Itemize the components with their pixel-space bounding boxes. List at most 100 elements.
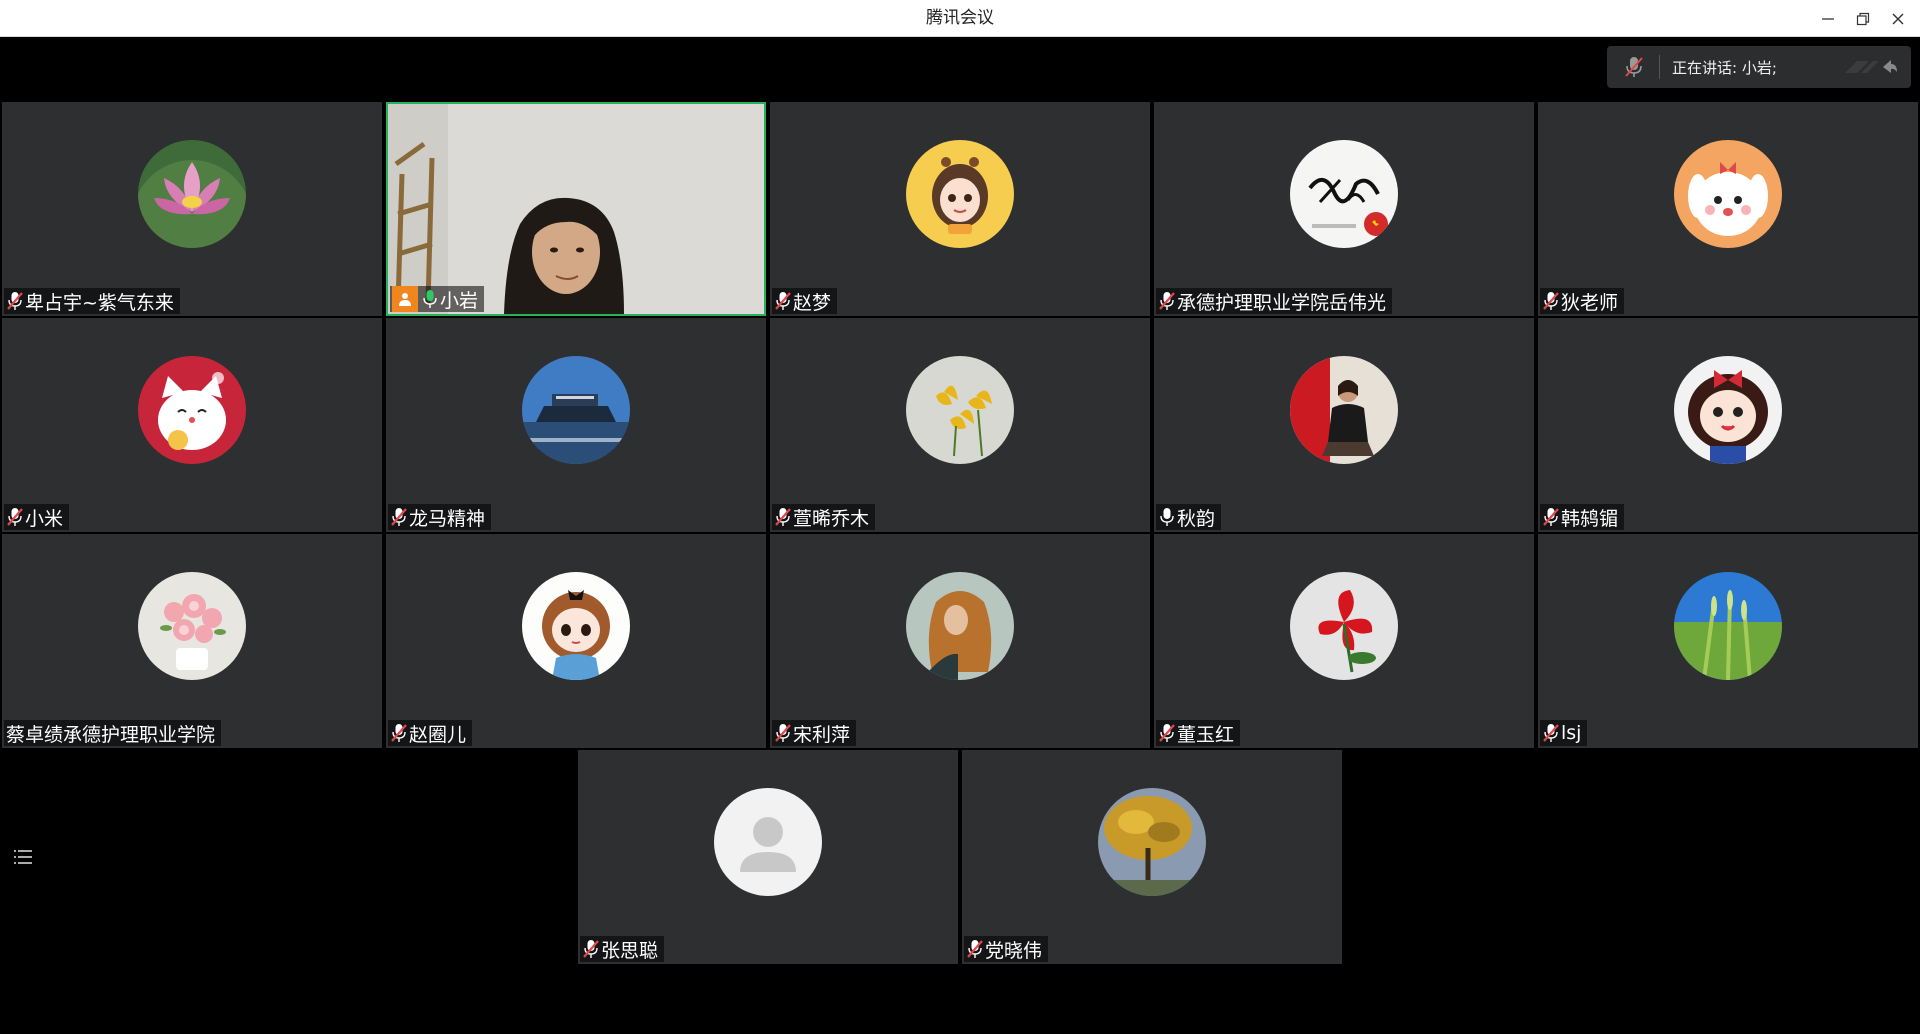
- participant-name: 秋韵: [1177, 507, 1216, 530]
- window-title: 腾讯会议: [926, 8, 994, 28]
- avatar: [138, 572, 246, 680]
- divider: [1659, 55, 1660, 79]
- list-icon[interactable]: [12, 847, 34, 867]
- pin-back-icon[interactable]: [1839, 55, 1899, 79]
- participant-tile[interactable]: 党晓伟: [962, 750, 1342, 964]
- participant-name: 小米: [25, 507, 64, 530]
- participant-nametag: 龙马精神: [388, 504, 492, 530]
- participant-name: 赵圈儿: [409, 723, 467, 746]
- participant-nametag: 卑占宇~紫气东来: [4, 288, 180, 314]
- participant-name: 蔡卓绩承德护理职业学院: [6, 723, 216, 746]
- avatar: [138, 356, 246, 464]
- avatar: [1098, 788, 1206, 896]
- video-feed: [388, 104, 764, 314]
- participant-nametag: 蔡卓绩承德护理职业学院: [4, 720, 222, 746]
- participant-nametag: 宋利萍: [772, 720, 857, 746]
- avatar: [906, 356, 1014, 464]
- participant-name: 董玉红: [1177, 723, 1235, 746]
- participant-name: 小岩: [440, 289, 479, 312]
- mic-muted-icon: [1159, 292, 1175, 310]
- participant-name: 萱晞乔木: [793, 507, 870, 530]
- minimize-button[interactable]: [1816, 7, 1840, 31]
- close-icon: [1892, 13, 1904, 25]
- participant-tile[interactable]: 赵梦: [770, 102, 1150, 316]
- participant-nametag: 赵圈儿: [388, 720, 473, 746]
- participant-nametag: 萱晞乔木: [772, 504, 876, 530]
- participant-tile[interactable]: 赵圈儿: [386, 534, 766, 748]
- avatar: [1674, 356, 1782, 464]
- mic-active-icon: [423, 290, 437, 308]
- avatar: [138, 140, 246, 248]
- participant-tile[interactable]: 董玉红: [1154, 534, 1534, 748]
- title-bar: 腾讯会议: [0, 0, 1920, 37]
- participant-nametag: 秋韵: [1156, 504, 1222, 530]
- participant-nametag: 党晓伟: [964, 936, 1049, 962]
- participant-tile[interactable]: 承德护理职业学院岳伟光: [1154, 102, 1534, 316]
- participant-tile[interactable]: 张思聪: [578, 750, 958, 964]
- participant-name: 党晓伟: [985, 939, 1043, 962]
- mic-muted-icon: [775, 292, 791, 310]
- participant-name: 张思聪: [601, 939, 659, 962]
- minimize-icon: [1822, 18, 1834, 20]
- host-badge: [392, 286, 418, 312]
- participant-tile[interactable]: 卑占宇~紫气东来: [2, 102, 382, 316]
- participant-name: 赵梦: [793, 291, 832, 314]
- participant-nametag: 韩鸫镅: [1540, 504, 1625, 530]
- participant-nametag: 狄老师: [1540, 288, 1625, 314]
- avatar: [522, 356, 630, 464]
- mic-muted-icon: [775, 508, 791, 526]
- close-button[interactable]: [1886, 7, 1910, 31]
- restore-button[interactable]: [1851, 7, 1875, 31]
- participant-nametag: 承德护理职业学院岳伟光: [1156, 288, 1393, 314]
- participant-name: 卑占宇~紫气东来: [25, 291, 174, 314]
- mic-muted-icon: [583, 940, 599, 958]
- avatar: [906, 572, 1014, 680]
- speaking-indicator[interactable]: 正在讲话: 小岩;: [1607, 46, 1911, 88]
- avatar: [714, 788, 822, 896]
- participant-nametag: 小米: [4, 504, 70, 530]
- avatar: [1290, 356, 1398, 464]
- participant-nametag: lsj: [1540, 720, 1588, 746]
- participant-nametag: 赵梦: [772, 288, 838, 314]
- participant-tile[interactable]: 萱晞乔木: [770, 318, 1150, 532]
- avatar: [522, 572, 630, 680]
- muted-mic-icon: [1625, 57, 1643, 77]
- mic-muted-icon: [967, 940, 983, 958]
- participant-tile[interactable]: 蔡卓绩承德护理职业学院: [2, 534, 382, 748]
- participant-nametag: 张思聪: [580, 936, 665, 962]
- participant-name: 承德护理职业学院岳伟光: [1177, 291, 1387, 314]
- avatar: [1290, 140, 1398, 248]
- avatar: [906, 140, 1014, 248]
- participant-tile[interactable]: 宋利萍: [770, 534, 1150, 748]
- mic-muted-icon: [1543, 724, 1559, 742]
- participant-tile[interactable]: 狄老师: [1538, 102, 1918, 316]
- participant-tile[interactable]: 韩鸫镅: [1538, 318, 1918, 532]
- participant-name: lsj: [1561, 722, 1582, 744]
- participant-name: 龙马精神: [409, 507, 486, 530]
- participant-name: 韩鸫镅: [1561, 507, 1619, 530]
- participant-tile[interactable]: 秋韵: [1154, 318, 1534, 532]
- participant-tile[interactable]: 小岩: [386, 102, 766, 316]
- participant-tile[interactable]: lsj: [1538, 534, 1918, 748]
- mic-muted-icon: [7, 508, 23, 526]
- mic-muted-icon: [7, 292, 23, 310]
- mic-icon: [1160, 508, 1174, 526]
- participant-tile[interactable]: 小米: [2, 318, 382, 532]
- participant-nametag: 董玉红: [1156, 720, 1241, 746]
- mic-muted-icon: [391, 508, 407, 526]
- mic-muted-icon: [1543, 508, 1559, 526]
- host-user-icon: [399, 293, 411, 306]
- participant-name: 宋利萍: [793, 723, 851, 746]
- participant-nametag: 小岩: [390, 286, 485, 312]
- restore-icon: [1856, 12, 1870, 26]
- avatar: [1674, 140, 1782, 248]
- participant-name: 狄老师: [1561, 291, 1619, 314]
- mic-muted-icon: [391, 724, 407, 742]
- mic-muted-icon: [1543, 292, 1559, 310]
- participant-tile[interactable]: 龙马精神: [386, 318, 766, 532]
- speaking-text: 正在讲话: 小岩;: [1672, 58, 1777, 77]
- avatar: [1290, 572, 1398, 680]
- avatar: [1674, 572, 1782, 680]
- mic-muted-icon: [1159, 724, 1175, 742]
- mic-muted-icon: [775, 724, 791, 742]
